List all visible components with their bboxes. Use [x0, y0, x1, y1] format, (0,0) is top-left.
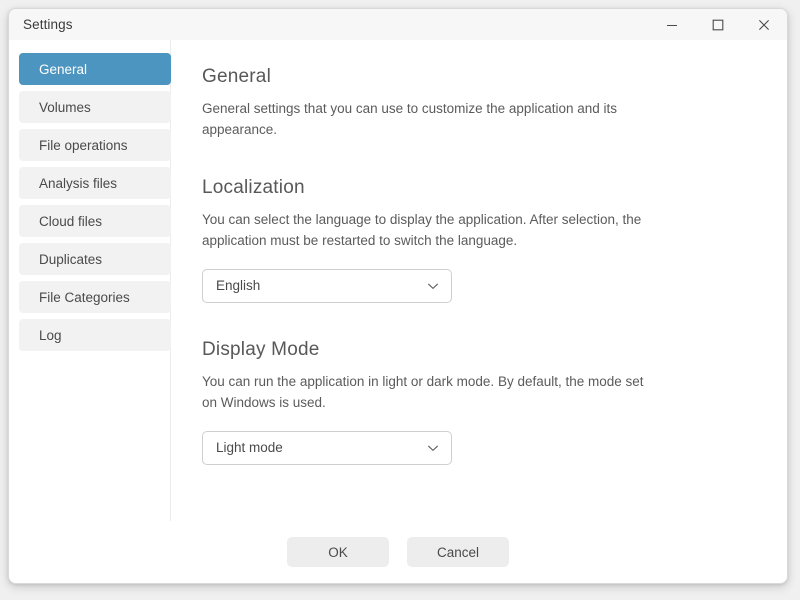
display-mode-dropdown-value: Light mode	[216, 440, 283, 456]
sidebar-item-label: File operations	[39, 137, 128, 153]
ok-button[interactable]: OK	[287, 537, 389, 567]
localization-heading: Localization	[202, 176, 305, 198]
close-button[interactable]	[741, 9, 787, 40]
localization-description: You can select the language to display t…	[202, 211, 642, 248]
general-description: General settings that you can use to cus…	[202, 101, 617, 137]
language-dropdown-value: English	[216, 278, 261, 294]
dialog-footer: OK Cancel	[9, 521, 787, 583]
sidebar-item-duplicates[interactable]: Duplicates	[19, 243, 171, 275]
desktop-backdrop: Settings General Volumes File operations…	[0, 0, 800, 600]
close-icon	[758, 19, 770, 31]
display-mode-description: You can run the application in light or …	[202, 373, 644, 410]
sidebar-item-label: General	[39, 61, 88, 77]
maximize-icon	[712, 19, 724, 31]
sidebar-item-label: Log	[39, 327, 62, 343]
page-title: General	[202, 66, 271, 87]
title-bar[interactable]: Settings	[9, 9, 787, 40]
sidebar-item-file-categories[interactable]: File Categories	[19, 281, 171, 313]
settings-window: Settings General Volumes File operations…	[8, 8, 788, 584]
language-dropdown[interactable]: English	[202, 268, 452, 303]
sidebar-item-label: Duplicates	[39, 251, 103, 267]
sidebar-item-file-operations[interactable]: File operations	[19, 129, 171, 161]
window-body: General Volumes File operations Analysis…	[9, 40, 787, 521]
settings-sidebar: General Volumes File operations Analysis…	[9, 40, 171, 521]
sidebar-item-label: Volumes	[39, 99, 91, 115]
sidebar-item-analysis-files[interactable]: Analysis files	[19, 167, 171, 199]
window-title: Settings	[23, 16, 73, 32]
chevron-down-icon	[426, 279, 440, 293]
settings-content-panel: General General settings that you can us…	[171, 40, 787, 521]
cancel-button[interactable]: Cancel	[407, 537, 509, 567]
window-controls	[649, 9, 787, 40]
sidebar-item-volumes[interactable]: Volumes	[19, 91, 171, 123]
sidebar-item-log[interactable]: Log	[19, 319, 171, 351]
sidebar-item-label: File Categories	[39, 289, 130, 305]
display-mode-heading: Display Mode	[202, 338, 320, 360]
maximize-button[interactable]	[695, 9, 741, 40]
minimize-button[interactable]	[649, 9, 695, 40]
sidebar-item-general[interactable]: General	[19, 53, 171, 85]
minimize-icon	[666, 19, 678, 31]
chevron-down-icon	[426, 441, 440, 455]
sidebar-item-cloud-files[interactable]: Cloud files	[19, 205, 171, 237]
sidebar-item-label: Cloud files	[39, 213, 103, 229]
display-mode-dropdown[interactable]: Light mode	[202, 430, 452, 465]
sidebar-item-label: Analysis files	[39, 175, 118, 191]
